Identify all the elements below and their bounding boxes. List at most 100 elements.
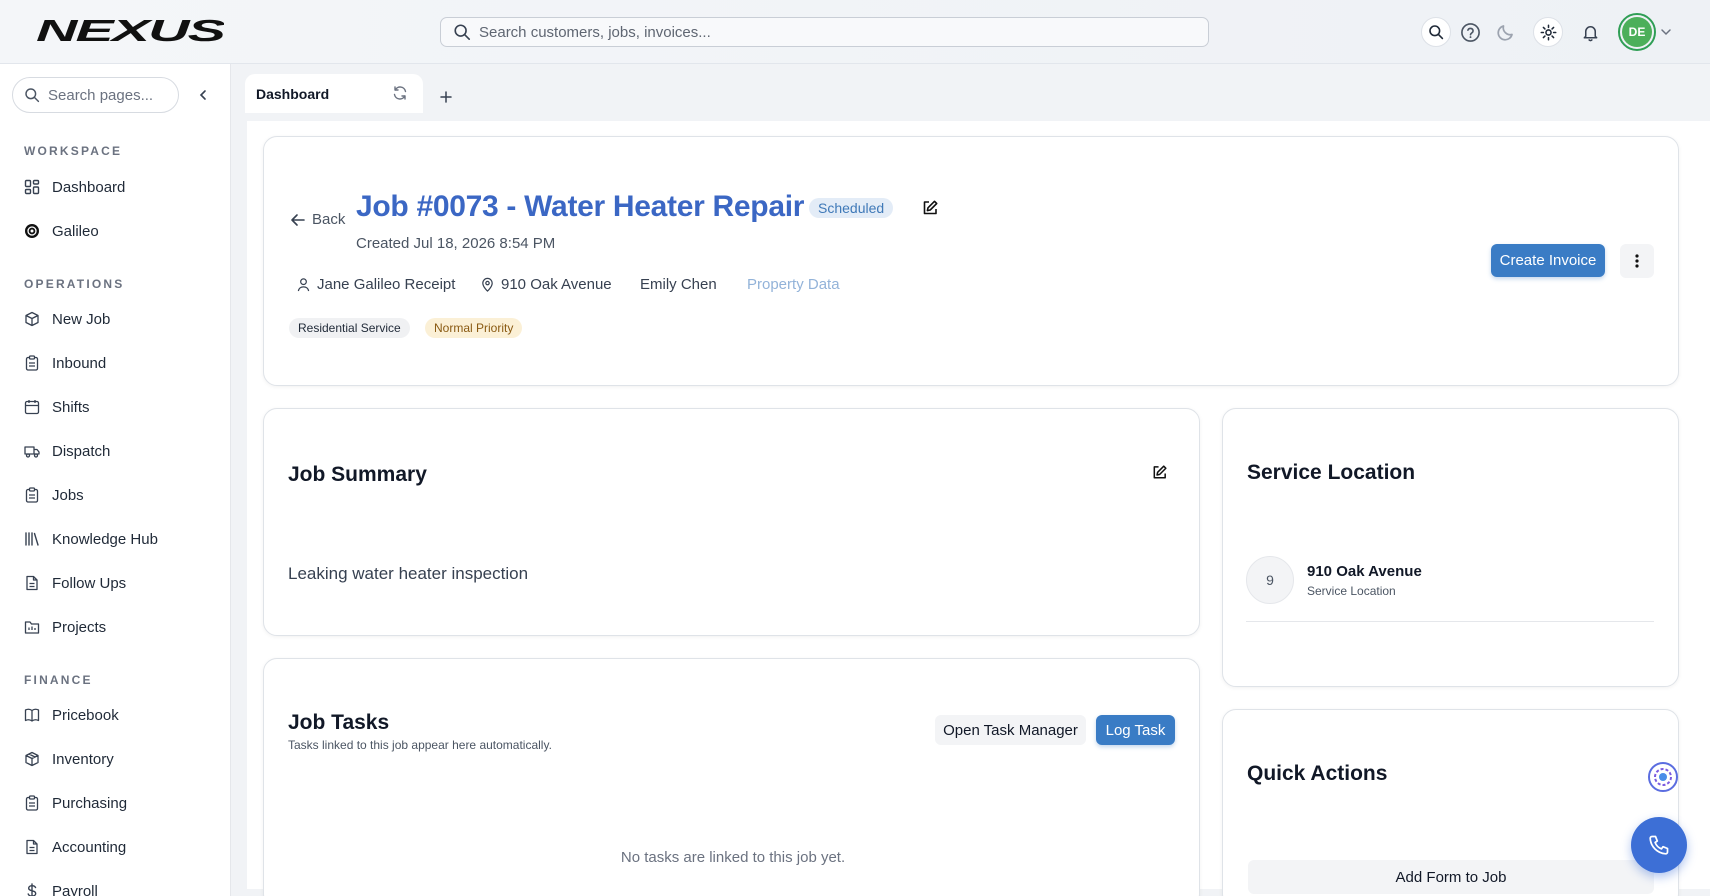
clipboard-icon bbox=[25, 487, 39, 503]
sidebar-item-label: Follow Ups bbox=[52, 574, 127, 592]
priority-tag: Normal Priority bbox=[425, 318, 523, 338]
customer-link[interactable]: Jane Galileo Receipt bbox=[296, 276, 455, 293]
gear-icon bbox=[1540, 24, 1556, 40]
search-icon bbox=[25, 88, 40, 103]
create-invoice-button[interactable]: Create Invoice bbox=[1491, 244, 1605, 277]
job-summary-text: Leaking water heater inspection bbox=[288, 564, 529, 583]
service-type-tag: Residential Service bbox=[289, 318, 410, 338]
sidebar: WORKSPACE Dashboard Galileo OPERATIONS N… bbox=[0, 64, 231, 896]
sidebar-item-projects[interactable]: Projects bbox=[24, 615, 214, 639]
refresh-icon[interactable] bbox=[392, 85, 408, 101]
sidebar-item-dashboard[interactable]: Dashboard bbox=[24, 175, 214, 199]
truck-icon bbox=[24, 446, 40, 458]
sidebar-item-label: Dispatch bbox=[52, 442, 111, 460]
sidebar-item-inbound[interactable]: Inbound bbox=[24, 351, 214, 375]
quick-actions-title: Quick Actions bbox=[1247, 762, 1388, 785]
sidebar-item-follow-ups[interactable]: Follow Ups bbox=[24, 571, 214, 595]
dashboard-icon bbox=[24, 179, 40, 195]
map-pin-icon bbox=[482, 277, 493, 292]
add-tab-icon[interactable] bbox=[437, 88, 455, 106]
search-icon bbox=[454, 24, 471, 41]
section-title-workspace: WORKSPACE bbox=[24, 144, 123, 158]
technician-name: Emily Chen bbox=[640, 276, 717, 293]
open-task-manager-button[interactable]: Open Task Manager bbox=[935, 715, 1086, 745]
address-link[interactable]: 910 Oak Avenue bbox=[480, 276, 612, 293]
sidebar-item-purchasing[interactable]: Purchasing bbox=[24, 791, 214, 815]
calendar-icon bbox=[24, 400, 40, 415]
more-vertical-icon bbox=[1635, 254, 1639, 268]
sidebar-item-payroll[interactable]: Payroll bbox=[24, 879, 214, 896]
job-tasks-card: Job Tasks Tasks linked to this job appea… bbox=[263, 658, 1200, 896]
property-data-link[interactable]: Property Data bbox=[747, 276, 840, 293]
edit-icon[interactable] bbox=[921, 199, 939, 217]
sidebar-item-label: Accounting bbox=[52, 838, 127, 856]
sidebar-item-shifts[interactable]: Shifts bbox=[24, 395, 214, 419]
sidebar-item-label: Inbound bbox=[52, 354, 107, 372]
sidebar-item-label: Inventory bbox=[52, 750, 114, 768]
nexus-logo[interactable]: NEXUS bbox=[36, 17, 224, 45]
job-tasks-title: Job Tasks bbox=[288, 711, 390, 734]
library-icon bbox=[25, 532, 39, 546]
sidebar-item-galileo[interactable]: Galileo bbox=[24, 219, 214, 243]
job-summary-title: Job Summary bbox=[288, 463, 427, 486]
top-bar: NEXUS DE bbox=[0, 0, 1710, 64]
ai-assistant-button[interactable] bbox=[1648, 762, 1678, 792]
tab-dashboard[interactable]: Dashboard bbox=[245, 74, 423, 113]
sidebar-item-label: Payroll bbox=[52, 882, 98, 896]
sidebar-item-inventory[interactable]: Inventory bbox=[24, 747, 214, 771]
folder-icon bbox=[24, 621, 40, 634]
search-button[interactable] bbox=[1421, 17, 1451, 47]
page-search-box[interactable] bbox=[12, 77, 179, 113]
customer-name: Jane Galileo Receipt bbox=[317, 276, 456, 293]
back-button[interactable]: Back bbox=[290, 211, 345, 228]
sidebar-item-knowledge-hub[interactable]: Knowledge Hub bbox=[24, 527, 214, 551]
sidebar-item-pricebook[interactable]: Pricebook bbox=[24, 703, 214, 727]
collapse-sidebar-button[interactable] bbox=[193, 85, 213, 105]
sidebar-item-label: Projects bbox=[52, 618, 107, 636]
global-search-input[interactable] bbox=[479, 23, 1179, 41]
tab-label: Dashboard bbox=[256, 85, 330, 102]
notifications-button[interactable] bbox=[1575, 17, 1605, 47]
sidebar-item-new-job[interactable]: New Job bbox=[24, 307, 214, 331]
sidebar-item-jobs[interactable]: Jobs bbox=[24, 483, 214, 507]
user-avatar[interactable]: DE bbox=[1618, 13, 1656, 51]
sidebar-item-label: Galileo bbox=[52, 222, 99, 240]
sidebar-item-accounting[interactable]: Accounting bbox=[24, 835, 214, 859]
book-icon bbox=[24, 708, 40, 722]
document-icon bbox=[26, 575, 38, 591]
job-summary-card: Job Summary Leaking water heater inspect… bbox=[263, 408, 1200, 636]
job-tasks-subtitle: Tasks linked to this job appear here aut… bbox=[288, 738, 552, 752]
dollar-icon bbox=[27, 883, 37, 896]
clipboard-icon bbox=[25, 795, 39, 811]
avatar-initials: DE bbox=[1622, 17, 1652, 47]
no-tasks-message: No tasks are linked to this job yet. bbox=[620, 849, 846, 866]
sidebar-item-label: Pricebook bbox=[52, 706, 119, 724]
user-icon bbox=[297, 278, 310, 292]
location-marker: 9 bbox=[1246, 556, 1294, 604]
clipboard-icon bbox=[25, 355, 39, 371]
page-search-input[interactable] bbox=[48, 86, 158, 104]
add-form-to-job-button[interactable]: Add Form to Job bbox=[1248, 860, 1654, 894]
phone-call-button[interactable] bbox=[1631, 817, 1687, 873]
chevron-left-icon bbox=[199, 90, 206, 100]
more-options-button[interactable] bbox=[1620, 244, 1654, 278]
settings-button[interactable] bbox=[1533, 17, 1563, 47]
location-address[interactable]: 910 Oak Avenue bbox=[1307, 563, 1422, 580]
global-search-box[interactable] bbox=[440, 17, 1209, 47]
log-task-button[interactable]: Log Task bbox=[1096, 715, 1175, 745]
job-header-card: Back Job #0073 - Water Heater Repair Sch… bbox=[263, 136, 1679, 386]
sidebar-item-label: Knowledge Hub bbox=[52, 530, 158, 548]
ai-sparkle-icon bbox=[1654, 768, 1672, 786]
svg-text:NEXUS: NEXUS bbox=[36, 17, 224, 45]
theme-toggle-button[interactable] bbox=[1491, 17, 1521, 47]
package-icon bbox=[25, 751, 39, 767]
job-title: Job #0073 - Water Heater Repair bbox=[356, 190, 805, 223]
sidebar-item-label: New Job bbox=[52, 310, 111, 328]
section-title-operations: OPERATIONS bbox=[24, 277, 125, 291]
chevron-down-icon[interactable] bbox=[1660, 26, 1672, 38]
help-button[interactable] bbox=[1455, 17, 1485, 47]
sidebar-item-dispatch[interactable]: Dispatch bbox=[24, 439, 214, 463]
help-icon bbox=[1460, 22, 1480, 42]
edit-icon[interactable] bbox=[1151, 464, 1168, 481]
sidebar-item-label: Shifts bbox=[52, 398, 90, 416]
